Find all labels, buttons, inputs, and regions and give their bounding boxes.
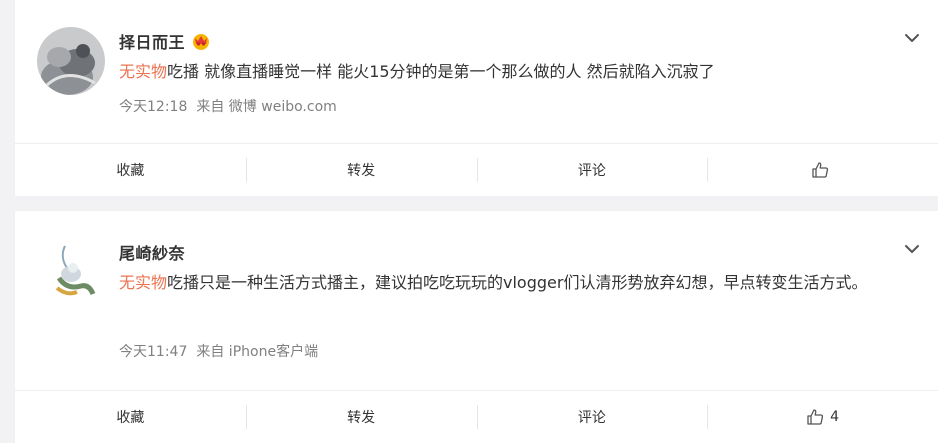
chevron-down-icon[interactable] <box>902 28 922 48</box>
like-button[interactable] <box>707 144 938 196</box>
like-button[interactable]: 4 <box>707 391 938 443</box>
comment-label: 评论 <box>577 410 606 426</box>
post-source: 来自 iPhone客户端 <box>196 344 319 360</box>
post-text: 无实物吃播 就像直播睡觉一样 能火15分钟的是第一个那么做的人 然后就陷入沉寂了 <box>119 57 909 87</box>
hashtag-link[interactable]: 无实物 <box>119 273 167 292</box>
crown-badge-icon <box>193 34 210 50</box>
comment-label: 评论 <box>577 163 606 179</box>
avatar[interactable] <box>37 27 105 95</box>
post-text: 无实物吃播只是一种生活方式播主，建议拍吃吃玩玩的vlogger们认清形势放弃幻想… <box>119 268 909 298</box>
avatar[interactable] <box>37 238 105 306</box>
post-time[interactable]: 今天12:18 <box>119 99 187 115</box>
repost-label: 转发 <box>347 410 376 426</box>
username-row: 择日而王 <box>119 29 211 53</box>
username[interactable]: 尾崎紗奈 <box>119 240 185 264</box>
repost-button[interactable]: 转发 <box>245 391 477 443</box>
like-count: 4 <box>830 409 840 425</box>
username-row: 尾崎紗奈 <box>119 240 185 264</box>
post-card: 择日而王 无实物吃播 就像直播睡觉一样 能火15分钟的是第一个那么做的人 然后就… <box>15 0 938 196</box>
post-meta: 今天12:18 来自 微博 weibo.com <box>119 96 337 116</box>
post-card: 尾崎紗奈 无实物吃播只是一种生活方式播主，建议拍吃吃玩玩的vlogger们认清形… <box>15 211 938 443</box>
comment-button[interactable]: 评论 <box>476 391 708 443</box>
repost-button[interactable]: 转发 <box>245 144 477 196</box>
action-bar: 收藏 转发 评论 4 <box>15 390 938 443</box>
hashtag-link[interactable]: 无实物 <box>119 62 167 81</box>
username[interactable]: 择日而王 <box>119 29 185 53</box>
thumbs-up-icon <box>811 162 828 178</box>
chevron-down-icon[interactable] <box>902 239 922 259</box>
collect-button[interactable]: 收藏 <box>15 144 246 196</box>
collect-button[interactable]: 收藏 <box>15 391 246 443</box>
post-body: 吃播只是一种生活方式播主，建议拍吃吃玩玩的vlogger们认清形势放弃幻想，早点… <box>167 273 868 292</box>
thumbs-up-icon <box>807 409 824 425</box>
repost-label: 转发 <box>347 163 376 179</box>
collect-label: 收藏 <box>116 410 145 426</box>
comment-button[interactable]: 评论 <box>476 144 708 196</box>
action-bar: 收藏 转发 评论 <box>15 143 938 196</box>
post-time[interactable]: 今天11:47 <box>119 344 187 360</box>
post-body: 吃播 就像直播睡觉一样 能火15分钟的是第一个那么做的人 然后就陷入沉寂了 <box>167 62 715 81</box>
collect-label: 收藏 <box>116 163 145 179</box>
post-source: 来自 微博 weibo.com <box>196 99 337 115</box>
post-meta: 今天11:47 来自 iPhone客户端 <box>119 341 318 361</box>
